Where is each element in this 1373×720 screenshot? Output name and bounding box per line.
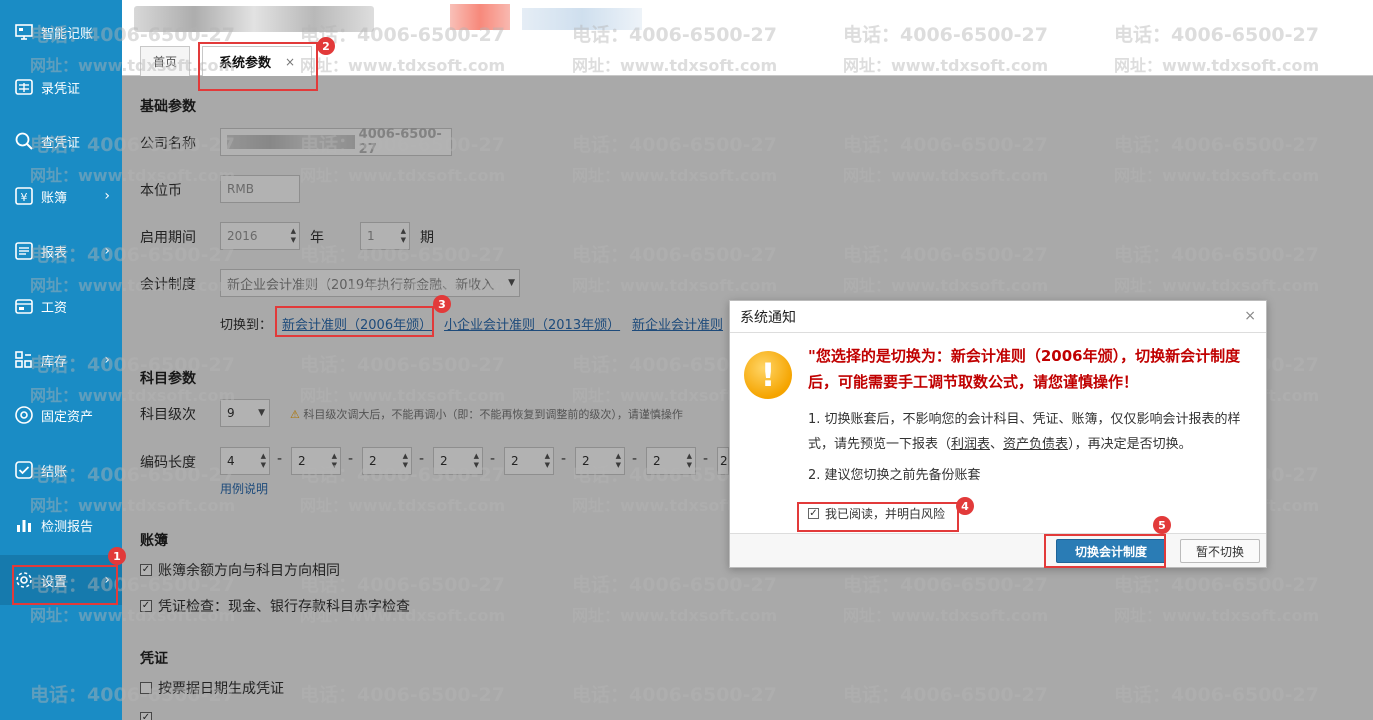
sidebar-item-fixed-assets[interactable]: 固定资产	[0, 390, 122, 440]
dialog-header: 系统通知 ×	[730, 301, 1266, 333]
sidebar: 智能记账 录凭证 查凭证 ¥ 账簿 › 报表 › 工资 库存 › 固定资产 结账…	[0, 0, 122, 720]
tab-label: 系统参数	[218, 56, 271, 71]
blurred-header-info	[134, 6, 374, 32]
dialog-paragraph-2: 2. 建议您切换之前先备份账套	[808, 468, 981, 483]
chart-icon	[13, 514, 35, 536]
dialog-title: 系统通知	[740, 309, 796, 326]
sidebar-item-inspection-report[interactable]: 检测报告	[0, 500, 122, 550]
annotation-badge-2: 2	[317, 37, 335, 55]
svg-text:¥: ¥	[21, 191, 28, 204]
sidebar-item-settings[interactable]: 设置 ›	[0, 555, 122, 605]
sidebar-item-label: 工资	[41, 300, 68, 316]
dialog-paragraph-1: 1. 切换账套后，不影响您的会计科目、凭证、账簿，仅仅影响会计报表的样式，请先预…	[808, 407, 1256, 457]
sidebar-item-salary[interactable]: 工资	[0, 281, 122, 331]
report-icon	[13, 240, 35, 262]
chevron-right-icon: ›	[104, 352, 110, 368]
annotation-badge-1: 1	[108, 547, 126, 565]
wallet-icon	[13, 295, 35, 317]
paragraph-text: ），再决定是否切换。	[1068, 437, 1192, 452]
sidebar-item-close-account[interactable]: 结账	[0, 445, 122, 495]
sidebar-item-inventory[interactable]: 库存 ›	[0, 335, 122, 385]
sidebar-item-label: 查凭证	[41, 135, 81, 151]
paragraph-text: 、	[990, 437, 1004, 452]
sidebar-item-label: 库存	[41, 354, 68, 370]
voucher-icon	[13, 76, 35, 98]
sidebar-item-label: 智能记账	[41, 26, 94, 42]
grid-icon	[13, 349, 35, 371]
annotation-badge-5: 5	[1153, 516, 1171, 534]
search-icon	[13, 130, 35, 152]
tab-home[interactable]: 首页	[140, 46, 190, 76]
sidebar-item-label: 固定资产	[41, 409, 94, 425]
top-header	[122, 0, 1373, 44]
risk-acknowledge-checkbox[interactable]: ✓ 我已阅读，并明白风险	[808, 505, 945, 522]
profit-statement-link[interactable]: 利润表	[951, 437, 990, 452]
close-icon[interactable]: ×	[285, 55, 295, 69]
sidebar-item-label: 录凭证	[41, 81, 81, 97]
tab-system-params[interactable]: 系统参数 ×	[202, 46, 312, 76]
sidebar-item-label: 账簿	[41, 190, 68, 206]
sidebar-item-ledger[interactable]: ¥ 账簿 ›	[0, 171, 122, 221]
checkbox-checked-icon[interactable]: ✓	[808, 508, 819, 519]
yen-icon: ¥	[13, 185, 35, 207]
check-icon	[13, 459, 35, 481]
sidebar-item-smart-bookkeeping[interactable]: 智能记账	[0, 7, 122, 57]
tab-bar: 首页 系统参数 ×	[122, 44, 1373, 76]
system-notice-dialog: 系统通知 × ! "您选择的是切换为：新会计准则（2006年颁），切换新会计制度…	[729, 300, 1267, 568]
asset-icon	[13, 404, 35, 426]
annotation-badge-4: 4	[956, 497, 974, 515]
annotation-badge-3: 3	[433, 295, 451, 313]
sidebar-item-label: 报表	[41, 245, 68, 261]
warning-icon: !	[744, 351, 792, 399]
sidebar-item-report[interactable]: 报表 ›	[0, 226, 122, 276]
sidebar-item-label: 设置	[41, 574, 68, 590]
monitor-icon	[13, 21, 35, 43]
dialog-headline: "您选择的是切换为：新会计准则（2006年颁），切换新会计制度后，可能需要手工调…	[808, 347, 1241, 391]
chevron-right-icon: ›	[104, 243, 110, 259]
tab-label: 首页	[152, 55, 177, 69]
gear-icon	[13, 569, 35, 591]
sidebar-item-enter-voucher[interactable]: 录凭证	[0, 62, 122, 112]
balance-sheet-link[interactable]: 资产负债表	[1003, 437, 1068, 452]
sidebar-item-query-voucher[interactable]: 查凭证	[0, 116, 122, 166]
checkbox-label: 我已阅读，并明白风险	[825, 507, 946, 521]
switch-standard-button[interactable]: 切换会计制度	[1056, 539, 1166, 563]
blurred-header-text	[522, 8, 642, 30]
chevron-right-icon: ›	[104, 572, 110, 588]
blurred-header-badge	[450, 4, 510, 30]
not-now-button[interactable]: 暂不切换	[1180, 539, 1260, 563]
close-icon[interactable]: ×	[1244, 308, 1256, 324]
sidebar-item-label: 结账	[41, 464, 68, 480]
chevron-right-icon: ›	[104, 188, 110, 204]
sidebar-item-label: 检测报告	[41, 519, 94, 535]
